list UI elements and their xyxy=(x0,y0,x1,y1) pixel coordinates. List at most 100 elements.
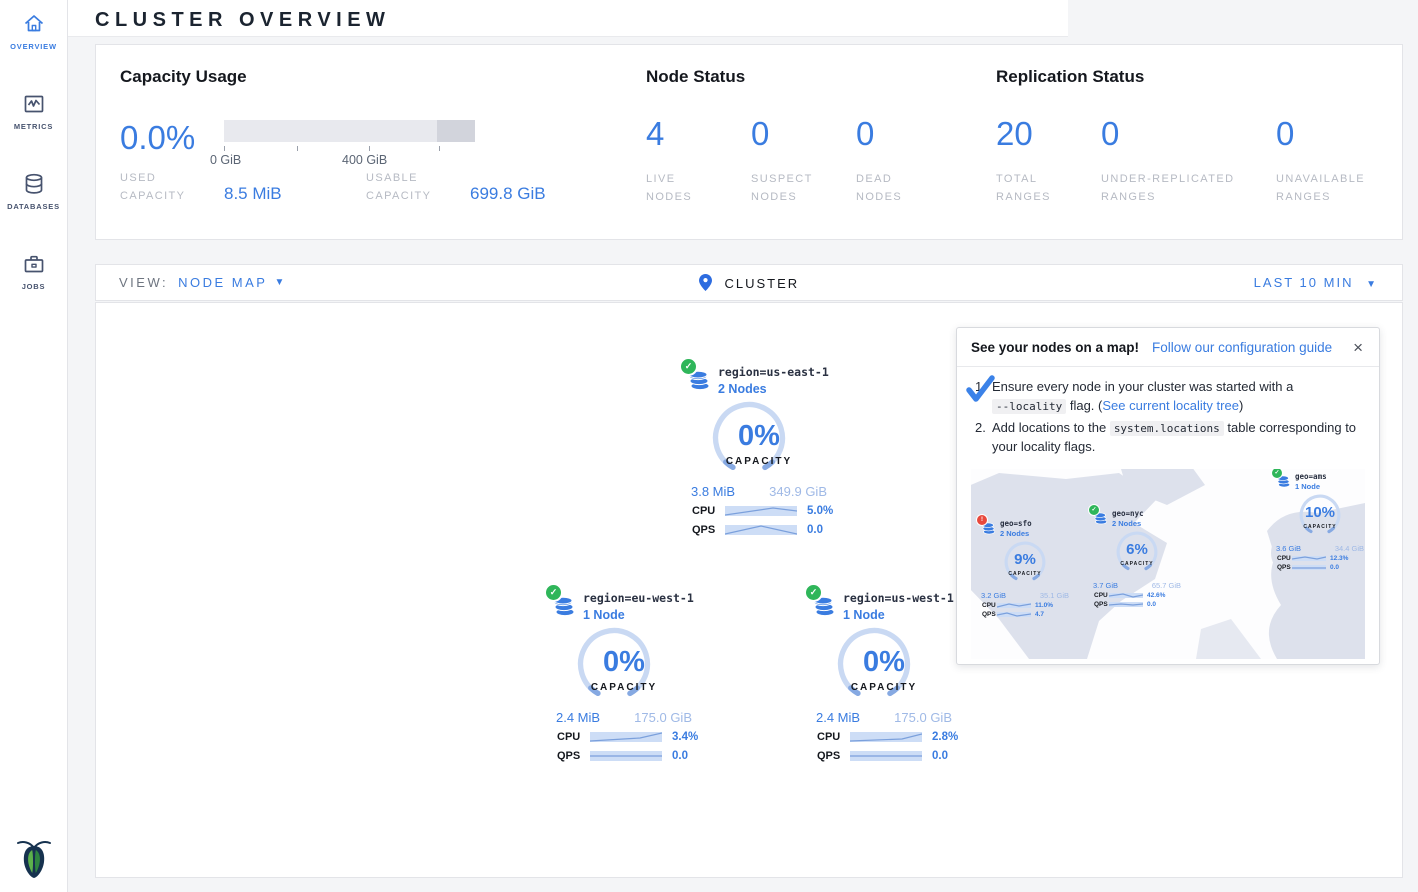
popup-title: See your nodes on a map! xyxy=(971,340,1139,355)
qps-label: QPS xyxy=(817,750,850,762)
configuration-guide-link[interactable]: Follow our configuration guide xyxy=(1152,340,1332,355)
sidebar-item-overview[interactable]: OVERVIEW xyxy=(0,0,67,80)
page-header: CLUSTER OVERVIEW xyxy=(68,0,1068,37)
node-count: 2 Nodes xyxy=(1000,529,1071,538)
qps-sparkline xyxy=(590,749,662,763)
config-step-2: 2.Add locations to the system.locations … xyxy=(975,419,1363,457)
capacity-gauge: 0% CAPACITY xyxy=(549,626,699,702)
node-status-title: Node Status xyxy=(646,67,972,87)
under-replicated-stat: 0 UNDER-REPLICATED RANGES xyxy=(1101,117,1276,206)
live-nodes-value: 4 xyxy=(646,117,751,150)
capacity-gauge-label: CAPACITY xyxy=(1091,561,1183,567)
close-icon[interactable]: × xyxy=(1351,339,1365,356)
mini-cluster-ams: ✓ geo=ams 1 Node 10% CAPACITY 3.6 GiB xyxy=(1274,472,1365,571)
node-count-link[interactable]: 2 Nodes xyxy=(718,382,834,396)
usable-capacity-value: 699.8 GiB xyxy=(470,184,546,205)
capacity-gauge-label: CAPACITY xyxy=(1274,524,1365,530)
mini-cluster-sfo: ! geo=sfo 2 Nodes 9% CAPACITY 3.2 GiB xyxy=(979,519,1071,618)
cpu-row: CPU 42.6% xyxy=(1091,592,1183,599)
cpu-value: 2.8% xyxy=(932,731,958,743)
capacity-used-value: 3.2 GiB xyxy=(981,591,1006,600)
view-toolbar: VIEW: NODE MAP ▼ CLUSTER LAST 10 MIN ▼ xyxy=(95,264,1403,301)
cpu-label: CPU xyxy=(557,731,590,743)
time-range-value: LAST 10 MIN xyxy=(1254,275,1354,290)
sidebar-item-metrics[interactable]: METRICS xyxy=(0,80,67,160)
unavailable-ranges-label: UNAVAILABLE RANGES xyxy=(1276,171,1386,206)
dead-nodes-label: DEAD NODES xyxy=(856,171,926,206)
cpu-sparkline xyxy=(997,602,1031,609)
capacity-percent-value: 0% xyxy=(684,420,834,453)
replication-status-section: Replication Status 20 TOTAL RANGES 0 UND… xyxy=(972,45,1402,239)
suspect-nodes-value: 0 xyxy=(751,117,856,150)
cpu-sparkline xyxy=(850,730,922,744)
capacity-used-value: 3.7 GiB xyxy=(1093,581,1118,590)
cpu-row: CPU 3.4% xyxy=(549,730,699,744)
usable-capacity-label: USABLE CAPACITY xyxy=(366,170,470,205)
node-status-section: Node Status 4 LIVE NODES 0 SUSPECT NODES… xyxy=(622,45,972,239)
locality-tree-link[interactable]: See current locality tree xyxy=(1102,398,1239,413)
capacity-gauge-label: CAPACITY xyxy=(684,456,834,467)
cpu-label: CPU xyxy=(817,731,850,743)
under-replicated-label: UNDER-REPLICATED RANGES xyxy=(1101,171,1241,206)
sidebar: OVERVIEW METRICS DATABASES JOBS xyxy=(0,0,68,892)
node-map-config-popup: See your nodes on a map! Follow our conf… xyxy=(956,327,1380,665)
capacity-usage-title: Capacity Usage xyxy=(120,67,622,87)
node-group-us-west-1[interactable]: ✓ region=us-west-1 1 Node 0% CAPACITY 2.… xyxy=(809,591,959,763)
node-map-panel: ✓ region=us-east-1 2 Nodes 0% CAPACITY 3… xyxy=(95,302,1403,878)
chevron-down-icon: ▼ xyxy=(1366,279,1378,290)
capacity-gauge: 6% CAPACITY xyxy=(1091,530,1183,574)
sidebar-item-databases[interactable]: DATABASES xyxy=(0,160,67,240)
cockroachdb-logo xyxy=(16,837,52,884)
under-replicated-value: 0 xyxy=(1101,117,1276,150)
capacity-tick-400: 400 GiB xyxy=(342,153,387,167)
capacity-total-value: 65.7 GiB xyxy=(1152,581,1181,590)
suspect-nodes-stat: 0 SUSPECT NODES xyxy=(751,117,856,206)
capacity-bar-used-segment xyxy=(437,120,475,142)
geo-label: geo=ams xyxy=(1295,472,1365,481)
step-complete-check-icon xyxy=(965,375,995,405)
qps-row: QPS 0.0 xyxy=(549,749,699,763)
cpu-value: 5.0% xyxy=(807,505,833,517)
capacity-percent-value: 6% xyxy=(1091,541,1183,558)
capacity-total-value: 35.1 GiB xyxy=(1040,591,1069,600)
cpu-sparkline xyxy=(1292,555,1326,562)
status-ok-icon: ✓ xyxy=(681,359,696,374)
capacity-gauge-label: CAPACITY xyxy=(979,571,1071,577)
unavailable-ranges-stat: 0 UNAVAILABLE RANGES xyxy=(1276,117,1386,206)
used-capacity-value: 8.5 MiB xyxy=(224,184,366,205)
capacity-used-value: 3.8 MiB xyxy=(691,484,735,499)
capacity-bar-chart: 0 GiB 400 GiB xyxy=(224,115,484,154)
cpu-sparkline xyxy=(725,504,797,518)
capacity-percent-value: 9% xyxy=(979,551,1071,568)
node-count-link[interactable]: 1 Node xyxy=(843,608,959,622)
sidebar-item-jobs[interactable]: JOBS xyxy=(0,240,67,320)
live-nodes-stat: 4 LIVE NODES xyxy=(646,117,751,206)
sidebar-label-jobs: JOBS xyxy=(22,282,46,291)
jobs-icon xyxy=(22,252,46,276)
geo-label: geo=sfo xyxy=(1000,519,1071,528)
node-group-us-east-1[interactable]: ✓ region=us-east-1 2 Nodes 0% CAPACITY 3… xyxy=(684,365,834,537)
capacity-percent-value: 10% xyxy=(1274,504,1365,521)
cpu-label: CPU xyxy=(692,505,725,517)
qps-row: QPS 4.7 xyxy=(979,611,1071,618)
status-ok-icon: ✓ xyxy=(806,585,821,600)
qps-value: 0.0 xyxy=(672,750,688,762)
qps-value: 0.0 xyxy=(932,750,948,762)
node-group-eu-west-1[interactable]: ✓ region=eu-west-1 1 Node 0% CAPACITY 2.… xyxy=(549,591,699,763)
cpu-row: CPU 12.3% xyxy=(1274,555,1365,562)
node-count: 2 Nodes xyxy=(1112,519,1183,528)
replication-status-title: Replication Status xyxy=(996,67,1402,87)
unavailable-ranges-value: 0 xyxy=(1276,117,1386,150)
capacity-percent-value: 0% xyxy=(809,646,959,679)
cpu-row: CPU 2.8% xyxy=(809,730,959,744)
region-label: region=us-west-1 xyxy=(843,591,959,605)
capacity-percent: 0.0% xyxy=(120,115,224,154)
sidebar-label-metrics: METRICS xyxy=(14,122,53,131)
time-range-dropdown[interactable]: LAST 10 MIN ▼ xyxy=(1254,275,1378,290)
qps-sparkline xyxy=(1109,601,1143,608)
capacity-used-value: 2.4 MiB xyxy=(556,710,600,725)
capacity-gauge: 9% CAPACITY xyxy=(979,540,1071,584)
mini-cluster-nyc: ✓ geo=nyc 2 Nodes 6% CAPACITY 3.7 GiB xyxy=(1091,509,1183,608)
node-count-link[interactable]: 1 Node xyxy=(583,608,699,622)
suspect-nodes-label: SUSPECT NODES xyxy=(751,171,837,206)
